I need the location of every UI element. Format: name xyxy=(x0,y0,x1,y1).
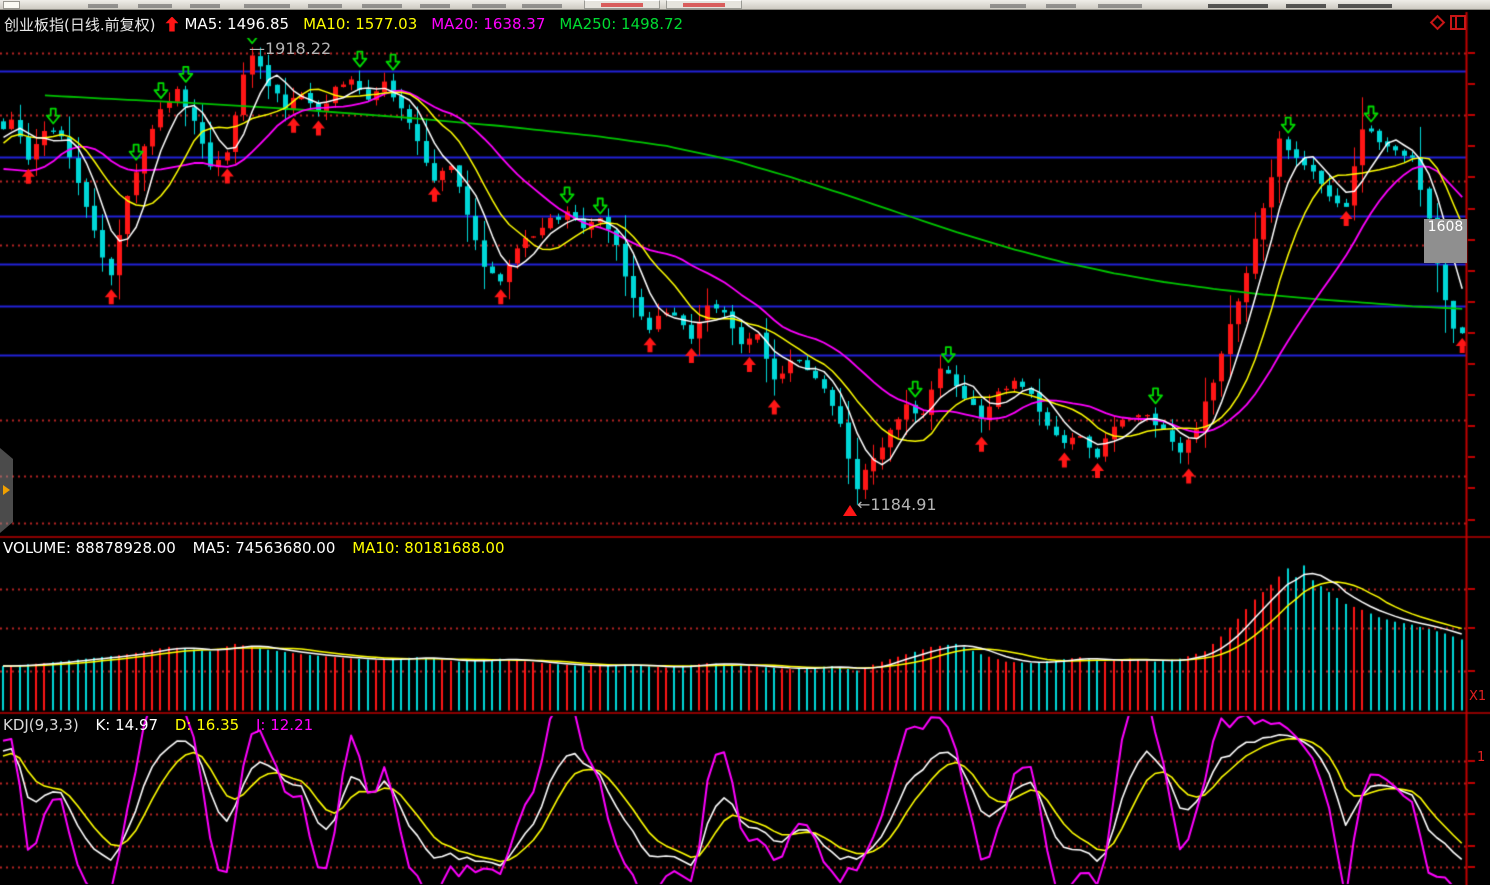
menu-item[interactable] xyxy=(190,4,220,8)
menu-item[interactable] xyxy=(1046,4,1076,8)
panel-layout-icon[interactable] xyxy=(1450,15,1466,30)
window-icon xyxy=(3,1,20,9)
last-price-tag: 1608 xyxy=(1424,219,1467,263)
menubar-button[interactable] xyxy=(666,0,742,9)
volume-value: VOLUME: 88878928.00 xyxy=(3,539,176,557)
kdj-j-value: J: 12.21 xyxy=(256,716,313,734)
stock-app-window: 创业板指(日线.前复权) MA5: 1496.85 MA10: 1577.03 … xyxy=(0,0,1490,885)
instrument-title: 创业板指(日线.前复权) xyxy=(4,14,155,35)
ma10-legend: MA10: 1577.03 xyxy=(303,15,417,33)
low-marker-triangle-icon xyxy=(843,505,857,516)
menu-item[interactable] xyxy=(138,4,172,8)
ma5-legend: MA5: 1496.85 xyxy=(184,15,289,33)
menu-item[interactable] xyxy=(88,4,118,8)
menu-item[interactable] xyxy=(472,4,506,8)
chart-canvas[interactable] xyxy=(0,0,1490,885)
ma250-legend: MA250: 1498.72 xyxy=(559,15,683,33)
menu-item[interactable] xyxy=(1208,4,1268,8)
menu-item[interactable] xyxy=(522,4,562,8)
kdj-name: KDJ(9,3,3) xyxy=(3,716,79,734)
volume-header: VOLUME: 88878928.00 MA5: 74563680.00 MA1… xyxy=(3,539,517,557)
sidebar-expand-handle[interactable] xyxy=(0,448,13,533)
menu-item[interactable] xyxy=(420,4,450,8)
menu-item[interactable] xyxy=(1098,4,1142,8)
volume-ma10: MA10: 80181688.00 xyxy=(352,539,504,557)
menu-item[interactable] xyxy=(308,4,342,8)
kdj-k-value: K: 14.97 xyxy=(95,716,158,734)
menubar xyxy=(0,0,1490,10)
expand-right-icon xyxy=(3,485,10,495)
menubar-button[interactable] xyxy=(584,0,660,9)
kdj-axis-label: 1 xyxy=(1477,750,1485,765)
volume-ma5: MA5: 74563680.00 xyxy=(193,539,336,557)
volume-scale-label: X1 xyxy=(1469,689,1486,704)
kdj-header: KDJ(9,3,3) K: 14.97 D: 16.35 J: 12.21 xyxy=(3,716,325,734)
menu-item[interactable] xyxy=(1338,4,1392,8)
menu-item[interactable] xyxy=(244,4,290,8)
trend-up-arrow-icon xyxy=(165,17,178,32)
diamond-icon[interactable] xyxy=(1430,15,1446,31)
menu-item[interactable] xyxy=(990,4,1026,8)
kdj-d-value: D: 16.35 xyxy=(175,716,239,734)
menu-item[interactable] xyxy=(1286,4,1326,8)
chart-header: 创业板指(日线.前复权) MA5: 1496.85 MA10: 1577.03 … xyxy=(0,10,1490,38)
menu-item[interactable] xyxy=(362,4,402,8)
high-price-annotation: —1918.22 xyxy=(249,39,331,58)
ma20-legend: MA20: 1638.37 xyxy=(431,15,545,33)
